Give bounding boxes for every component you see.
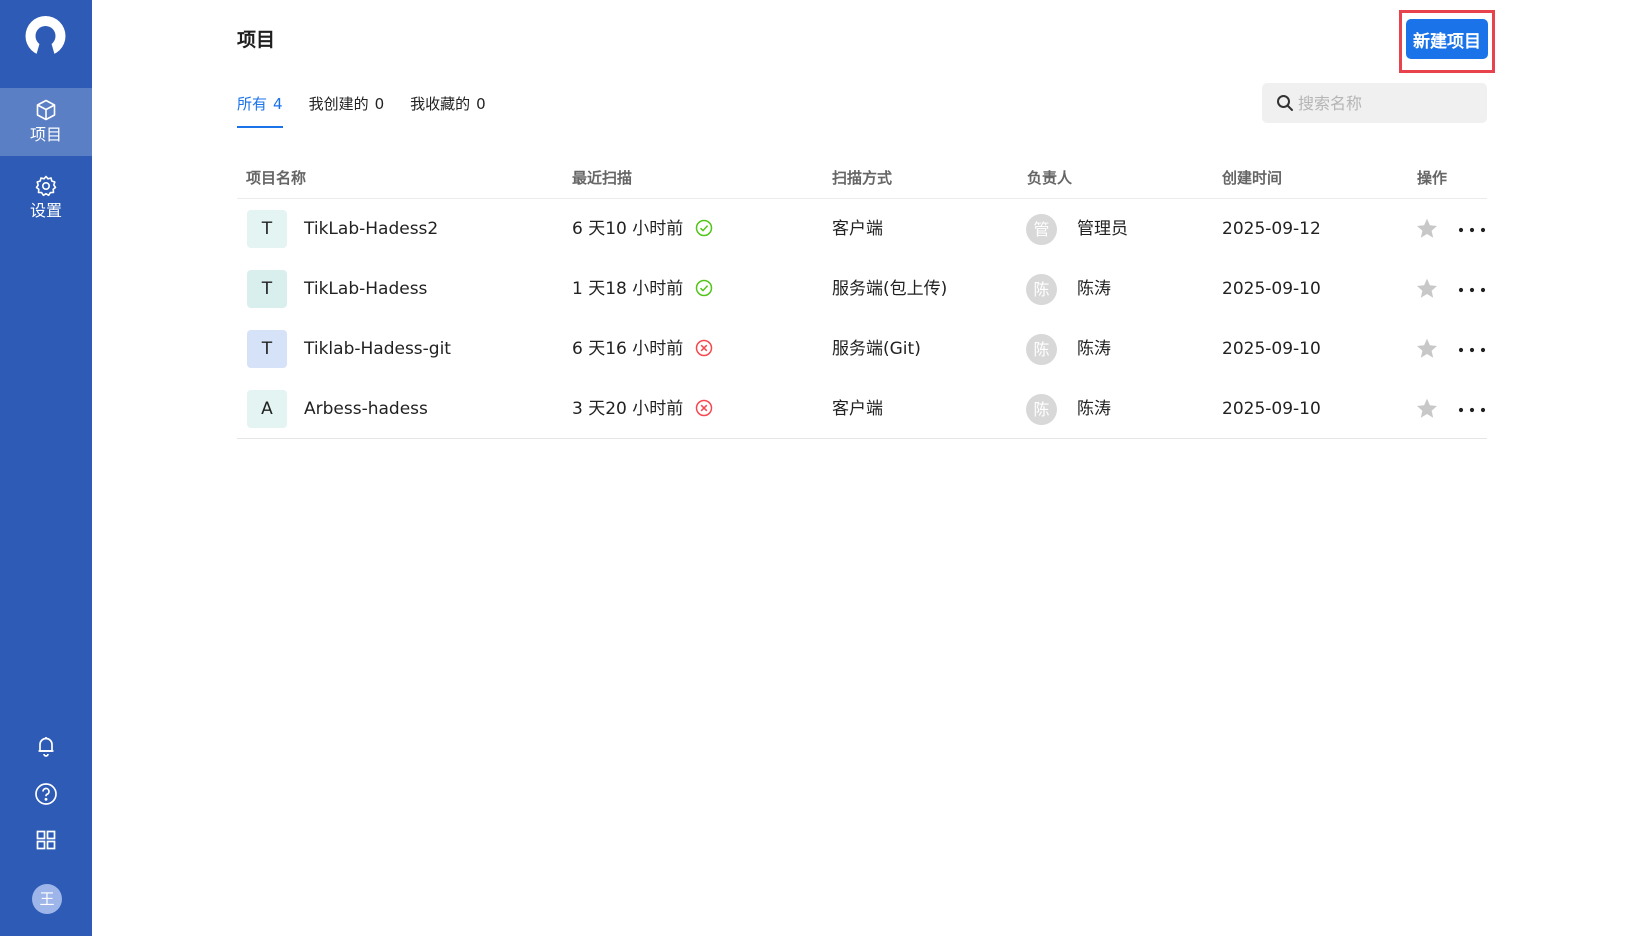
more-options-icon[interactable] bbox=[1458, 406, 1486, 414]
sidebar-item-settings[interactable]: 设置 bbox=[0, 164, 92, 232]
tab-label: 我收藏的 bbox=[410, 95, 471, 113]
table-header: 项目名称 最近扫描 扫描方式 负责人 创建时间 操作 bbox=[237, 155, 1487, 199]
gear-icon bbox=[35, 175, 57, 197]
star-icon[interactable] bbox=[1415, 337, 1439, 361]
help-icon[interactable] bbox=[34, 782, 58, 806]
sidebar-item-label: 设置 bbox=[29, 201, 62, 220]
app-logo-icon[interactable] bbox=[23, 14, 68, 62]
project-name[interactable]: TikLab-Hadess bbox=[304, 259, 427, 319]
owner-name: 陈涛 bbox=[1077, 339, 1111, 359]
scan-mode: 客户端 bbox=[832, 219, 883, 239]
last-scan-time: 1 天18 小时前 bbox=[572, 279, 684, 299]
project-avatar: T bbox=[247, 270, 287, 308]
last-scan-time: 6 天10 小时前 bbox=[572, 219, 684, 239]
owner-avatar: 陈 bbox=[1026, 394, 1057, 425]
search-icon bbox=[1277, 95, 1293, 111]
error-circle-icon bbox=[696, 339, 713, 356]
column-header-actions: 操作 bbox=[1417, 169, 1448, 187]
search-input[interactable] bbox=[1298, 83, 1478, 123]
created-date: 2025-09-12 bbox=[1222, 219, 1321, 239]
created-date: 2025-09-10 bbox=[1222, 279, 1321, 299]
scan-mode: 服务端(包上传) bbox=[832, 279, 948, 299]
last-scan-cell: 1 天18 小时前 bbox=[572, 259, 713, 319]
last-scan-time: 6 天16 小时前 bbox=[572, 339, 684, 359]
table-row[interactable]: A Arbess-hadess 3 天20 小时前 客户端 陈 陈涛 2025-… bbox=[237, 379, 1487, 439]
star-icon[interactable] bbox=[1415, 277, 1439, 301]
project-name[interactable]: Arbess-hadess bbox=[304, 379, 428, 439]
tab-label: 所有 bbox=[237, 95, 268, 113]
project-avatar: T bbox=[247, 330, 287, 368]
owner-avatar: 陈 bbox=[1026, 334, 1057, 365]
check-circle-icon bbox=[696, 219, 713, 236]
tab-count: 0 bbox=[374, 95, 385, 113]
owner-name: 陈涛 bbox=[1077, 279, 1111, 299]
table-row[interactable]: T TikLab-Hadess2 6 天10 小时前 客户端 管 管理员 202… bbox=[237, 199, 1487, 259]
check-circle-icon bbox=[696, 279, 713, 296]
cube-icon bbox=[36, 99, 56, 121]
project-avatar: A bbox=[247, 390, 287, 428]
created-date: 2025-09-10 bbox=[1222, 399, 1321, 419]
sidebar: 项目 设置 王 bbox=[0, 0, 92, 936]
sidebar-item-projects[interactable]: 项目 bbox=[0, 88, 92, 156]
table-body: T TikLab-Hadess2 6 天10 小时前 客户端 管 管理员 202… bbox=[237, 199, 1487, 439]
star-icon[interactable] bbox=[1415, 217, 1439, 241]
tab-label: 我创建的 bbox=[308, 95, 369, 113]
tab-created-by-me[interactable]: 我创建的 0 bbox=[309, 92, 385, 128]
column-header-scan-mode: 扫描方式 bbox=[832, 169, 893, 187]
last-scan-cell: 6 天16 小时前 bbox=[572, 319, 713, 379]
project-avatar: T bbox=[247, 210, 287, 248]
project-name[interactable]: Tiklab-Hadess-git bbox=[304, 319, 451, 379]
page-title: 项目 bbox=[237, 29, 276, 51]
last-scan-time: 3 天20 小时前 bbox=[572, 399, 684, 419]
table-row[interactable]: T Tiklab-Hadess-git 6 天16 小时前 服务端(Git) 陈… bbox=[237, 319, 1487, 379]
last-scan-cell: 3 天20 小时前 bbox=[572, 379, 713, 439]
scan-mode: 服务端(Git) bbox=[832, 339, 921, 359]
filter-tabs: 所有 4 我创建的 0 我收藏的 0 bbox=[237, 92, 512, 128]
created-date: 2025-09-10 bbox=[1222, 339, 1321, 359]
star-icon[interactable] bbox=[1415, 397, 1439, 421]
column-header-last-scan: 最近扫描 bbox=[572, 169, 633, 187]
project-name[interactable]: TikLab-Hadess2 bbox=[304, 199, 438, 259]
new-project-button[interactable]: 新建项目 bbox=[1406, 19, 1488, 59]
more-options-icon[interactable] bbox=[1458, 286, 1486, 294]
user-avatar[interactable]: 王 bbox=[32, 884, 62, 914]
bell-icon[interactable] bbox=[34, 734, 58, 758]
owner-avatar: 管 bbox=[1026, 214, 1057, 245]
scan-mode: 客户端 bbox=[832, 399, 883, 419]
sidebar-item-label: 项目 bbox=[29, 125, 62, 144]
owner-name: 管理员 bbox=[1077, 219, 1128, 239]
column-header-name: 项目名称 bbox=[246, 169, 307, 187]
tab-all[interactable]: 所有 4 bbox=[237, 92, 283, 128]
table-row[interactable]: T TikLab-Hadess 1 天18 小时前 服务端(包上传) 陈 陈涛 … bbox=[237, 259, 1487, 319]
more-options-icon[interactable] bbox=[1458, 346, 1486, 354]
error-circle-icon bbox=[696, 399, 713, 416]
tab-count: 0 bbox=[476, 95, 486, 113]
column-header-created: 创建时间 bbox=[1222, 169, 1283, 187]
more-options-icon[interactable] bbox=[1458, 226, 1486, 234]
tab-count: 4 bbox=[273, 95, 283, 113]
tab-favorites[interactable]: 我收藏的 0 bbox=[410, 92, 486, 128]
apps-grid-icon[interactable] bbox=[34, 828, 58, 852]
owner-avatar: 陈 bbox=[1026, 274, 1057, 305]
projects-table: 项目名称 最近扫描 扫描方式 负责人 创建时间 操作 T TikLab-Hade… bbox=[237, 155, 1487, 439]
search-box bbox=[1262, 83, 1487, 123]
owner-name: 陈涛 bbox=[1077, 399, 1111, 419]
last-scan-cell: 6 天10 小时前 bbox=[572, 199, 713, 259]
column-header-owner: 负责人 bbox=[1027, 169, 1073, 187]
